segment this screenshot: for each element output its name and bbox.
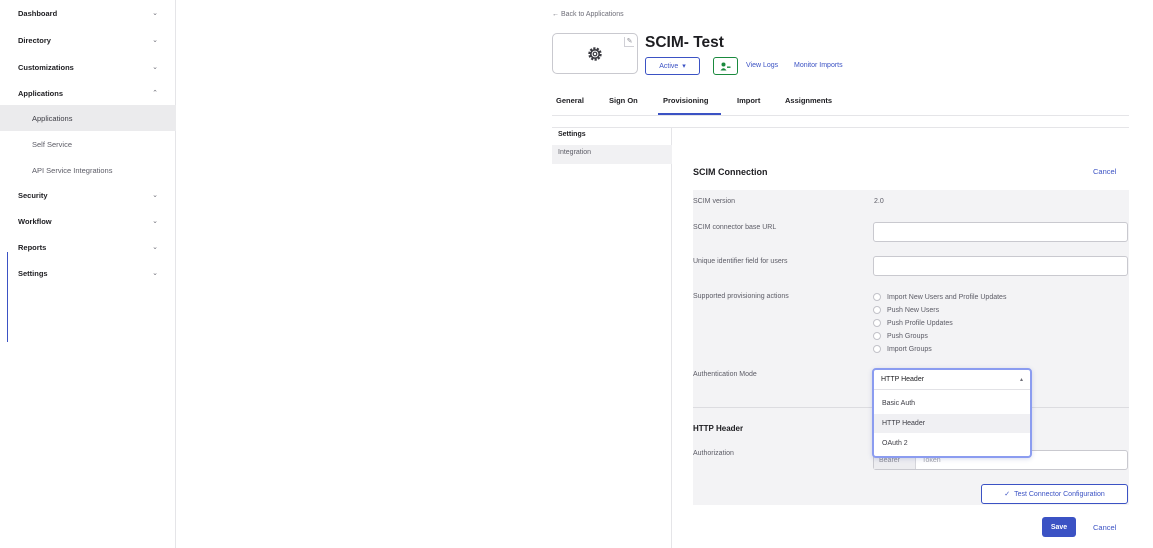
sidebar-item-label: Applications: [18, 88, 64, 98]
sidebar-item-workflow[interactable]: Workflow ⌄: [0, 208, 176, 234]
active-tab-indicator: [658, 113, 721, 115]
unique-id-input[interactable]: [873, 256, 1128, 276]
chevron-down-icon: ⌄: [152, 64, 158, 71]
checkbox-push-groups[interactable]: Push Groups: [873, 332, 928, 340]
tab-provisioning[interactable]: Provisioning: [663, 96, 708, 105]
divider: [7, 252, 8, 342]
auth-mode-select[interactable]: HTTP Header ▴ Basic Auth HTTP Header OAu…: [872, 368, 1032, 458]
checkbox[interactable]: [873, 306, 881, 314]
sidebar-item-dashboard[interactable]: Dashboard ⌄: [0, 0, 176, 26]
section-title: SCIM Connection: [693, 167, 768, 177]
test-connector-button[interactable]: ✓ Test Connector Configuration: [981, 484, 1128, 504]
checkbox-label: Push New Users: [887, 306, 940, 314]
chevron-down-icon: ⌄: [152, 244, 158, 251]
option-http-header[interactable]: HTTP Header: [874, 414, 1030, 433]
chevron-up-icon: ▴: [1019, 377, 1023, 383]
checkbox[interactable]: [873, 293, 881, 301]
gear-icon: [588, 46, 602, 61]
sidebar-item-label: Dashboard: [18, 8, 58, 18]
provisioning-actions-label: Supported provisioning actions: [693, 293, 789, 300]
sidebar-subitem-applications[interactable]: Applications: [0, 105, 176, 131]
checkbox-import-new-users[interactable]: Import New Users and Profile Updates: [873, 293, 1006, 301]
sidebar-item-settings[interactable]: Settings ⌄: [0, 260, 176, 286]
checkbox-label: Import Groups: [887, 345, 932, 353]
chevron-up-icon: ⌃: [152, 90, 158, 97]
test-connector-label: Test Connector Configuration: [1014, 490, 1105, 498]
view-logs-link[interactable]: View Logs: [746, 62, 778, 69]
http-header-title: HTTP Header: [693, 424, 744, 433]
back-to-applications-link[interactable]: ← Back to Applications: [552, 11, 624, 18]
base-url-label: SCIM connector base URL: [693, 224, 777, 231]
chevron-down-icon: ⌄: [152, 192, 158, 199]
auth-mode-label: Authentication Mode: [693, 371, 757, 378]
unique-id-label: Unique identifier field for users: [693, 258, 788, 265]
checkbox-label: Push Profile Updates: [887, 319, 953, 327]
cancel-link[interactable]: Cancel: [1093, 167, 1116, 176]
cancel-button[interactable]: Cancel: [1093, 523, 1116, 532]
tab-import[interactable]: Import: [737, 96, 760, 105]
sidebar: Dashboard ⌄ Directory ⌄ Customizations ⌄…: [0, 0, 176, 548]
sidebar-item-label: Customizations: [18, 62, 74, 72]
sidebar-item-label: Reports: [18, 242, 47, 252]
scim-version-value: 2.0: [874, 198, 884, 205]
settings-nav-item-integration[interactable]: Integration: [552, 145, 672, 164]
sidebar-item-customizations[interactable]: Customizations ⌄: [0, 54, 176, 80]
app-logo: ✎: [552, 33, 638, 74]
checkbox-label: Push Groups: [887, 332, 928, 340]
authorization-label: Authorization: [693, 450, 734, 457]
sidebar-item-label: Security: [18, 190, 48, 200]
chevron-down-icon: ▾: [682, 63, 686, 70]
push-groups-button[interactable]: [713, 57, 738, 75]
tab-assignments[interactable]: Assignments: [785, 96, 832, 105]
sidebar-item-security[interactable]: Security ⌄: [0, 182, 176, 208]
checkbox[interactable]: [873, 319, 881, 327]
auth-mode-selected[interactable]: HTTP Header ▴: [874, 370, 1030, 390]
option-basic-auth[interactable]: Basic Auth: [874, 394, 1030, 413]
chevron-down-icon: ⌄: [152, 10, 158, 17]
option-oauth-2[interactable]: OAuth 2: [874, 434, 1030, 453]
tab-sign-on[interactable]: Sign On: [609, 96, 638, 105]
page-title: SCIM- Test: [645, 34, 724, 51]
checkbox-import-groups[interactable]: Import Groups: [873, 345, 932, 353]
checkbox-push-profile-updates[interactable]: Push Profile Updates: [873, 319, 953, 327]
tab-general[interactable]: General: [556, 96, 584, 105]
status-dropdown-button[interactable]: Active ▾: [645, 57, 700, 75]
check-icon: ✓: [1004, 491, 1011, 498]
sidebar-item-label: Directory: [18, 35, 51, 45]
sidebar-item-applications[interactable]: Applications ⌃: [0, 80, 176, 106]
settings-nav-heading: Settings: [558, 131, 586, 138]
scim-version-label: SCIM version: [693, 198, 736, 205]
sidebar-item-label: Settings: [18, 268, 48, 278]
sidebar-item-directory[interactable]: Directory ⌄: [0, 27, 176, 53]
edit-logo-icon[interactable]: ✎: [624, 37, 634, 47]
monitor-imports-link[interactable]: Monitor Imports: [794, 62, 843, 69]
checkbox-push-new-users[interactable]: Push New Users: [873, 306, 939, 314]
checkbox[interactable]: [873, 345, 881, 353]
selected-value: HTTP Header: [881, 376, 925, 383]
checkbox-label: Import New Users and Profile Updates: [887, 293, 1007, 301]
chevron-down-icon: ⌄: [152, 37, 158, 44]
sidebar-subitem-self-service[interactable]: Self Service: [0, 131, 176, 157]
settings-nav: [552, 127, 672, 548]
user-sync-icon: [720, 62, 731, 70]
sidebar-item-reports[interactable]: Reports ⌄: [0, 234, 176, 260]
chevron-down-icon: ⌄: [152, 270, 158, 277]
chevron-down-icon: ⌄: [152, 218, 158, 225]
tabs-divider: [552, 115, 1129, 116]
status-label: Active: [659, 62, 679, 70]
checkbox[interactable]: [873, 332, 881, 340]
sidebar-item-label: Workflow: [18, 216, 52, 226]
save-button[interactable]: Save: [1042, 517, 1076, 537]
base-url-input[interactable]: [873, 222, 1128, 242]
sidebar-subitem-api-service-integrations[interactable]: API Service Integrations: [0, 157, 176, 183]
